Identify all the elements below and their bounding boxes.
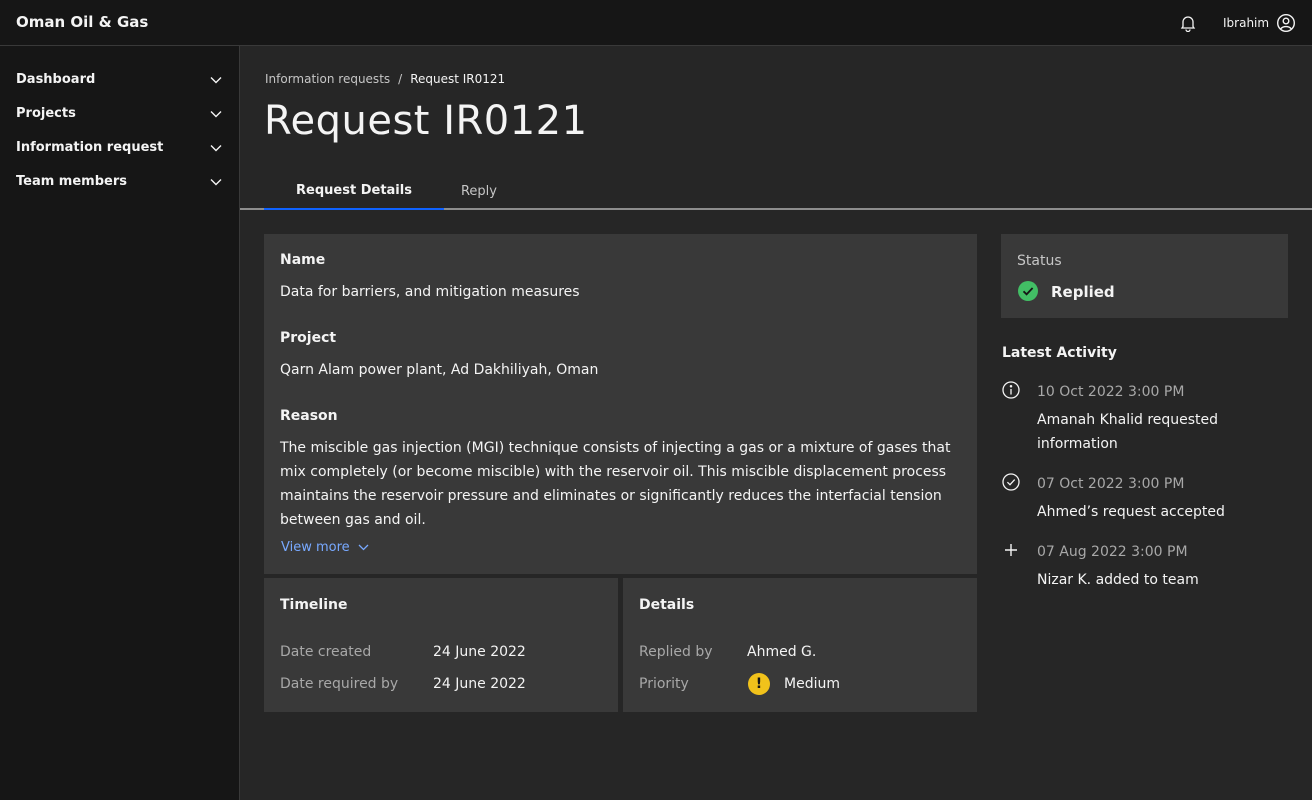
request-details-card: Name Data for barriers, and mitigation m… [264,234,977,574]
details-card: Details Replied by Ahmed G. Priority ! M… [623,578,977,712]
timeline-title: Timeline [280,597,348,613]
breadcrumb-link-information-requests[interactable]: Information requests [265,72,390,86]
sidebar-item-information-request[interactable]: Information request [0,130,239,164]
name-label: Name [280,252,326,268]
replied-by-value: Ahmed G. [747,644,817,660]
view-more-link[interactable]: View more [281,540,369,555]
date-required-label: Date required by [280,676,399,692]
timeline-card: Timeline Date created 24 June 2022 Date … [264,578,618,712]
user-avatar-icon[interactable] [1274,11,1298,35]
priority-value: Medium [784,676,840,692]
breadcrumb-separator: / [398,72,403,86]
name-value: Data for barriers, and mitigation measur… [280,284,580,300]
sidebar-item-label: Dashboard [16,71,96,87]
chevron-down-icon [358,540,369,555]
project-value: Qarn Alam power plant, Ad Dakhiliyah, Om… [280,362,599,378]
project-label: Project [280,330,337,346]
reason-value: The miscible gas injection (MGI) techniq… [280,440,951,528]
name-field: Name Data for barriers, and mitigation m… [280,252,961,304]
replied-by-label: Replied by [639,644,713,660]
bell-icon[interactable] [1176,11,1200,35]
user-name[interactable]: Ibrahim [1223,16,1269,30]
chevron-down-icon [208,106,224,122]
breadcrumb-current: Request IR0121 [410,72,506,86]
side-navigation: Dashboard Projects Information request T… [0,46,240,800]
brand-name[interactable]: Oman Oil & Gas [16,13,148,31]
chevron-down-icon [208,174,224,190]
warning-icon: ! [748,673,770,695]
date-created-value: 24 June 2022 [433,644,526,660]
project-field: Project Qarn Alam power plant, Ad Dakhil… [280,330,961,382]
top-header: Oman Oil & Gas Ibrahim [0,0,1312,46]
tab-request-details[interactable]: Request Details [264,172,444,210]
date-required-value: 24 June 2022 [433,676,526,692]
page-title: Request IR0121 [264,98,588,144]
activity-text: Nizar K. added to team [1037,572,1199,588]
sidebar-item-label: Team members [16,173,127,189]
view-more-label: View more [281,540,350,555]
checkmark-outline-icon [1001,472,1021,492]
sidebar-item-label: Information request [16,139,164,155]
add-icon [1001,540,1021,560]
date-created-label: Date created [280,644,372,660]
reason-label: Reason [280,408,338,424]
chevron-down-icon [208,140,224,156]
tab-reply[interactable]: Reply [444,172,514,210]
sidebar-item-dashboard[interactable]: Dashboard [0,62,239,96]
activity-time: 07 Aug 2022 3:00 PM [1037,544,1188,560]
reason-field: Reason The miscible gas injection (MGI) … [280,408,961,532]
latest-activity-title: Latest Activity [1002,345,1117,361]
priority-label: Priority [639,676,689,692]
checkmark-filled-icon [1017,280,1039,302]
activity-time: 10 Oct 2022 3:00 PM [1037,384,1185,400]
status-label: Status [1017,253,1062,269]
details-title: Details [639,597,695,613]
activity-text: Ahmed’s request accepted [1037,504,1225,520]
info-icon [1001,380,1021,400]
breadcrumb: Information requests / Request IR0121 [265,72,505,86]
activity-text: Amanah Khalid requested information [1037,412,1219,452]
activity-time: 07 Oct 2022 3:00 PM [1037,476,1185,492]
sidebar-item-label: Projects [16,105,76,121]
sidebar-item-team-members[interactable]: Team members [0,164,239,198]
status-card: Status Replied [1001,234,1288,318]
sidebar-item-projects[interactable]: Projects [0,96,239,130]
chevron-down-icon [208,72,224,88]
status-value: Replied [1051,283,1115,301]
